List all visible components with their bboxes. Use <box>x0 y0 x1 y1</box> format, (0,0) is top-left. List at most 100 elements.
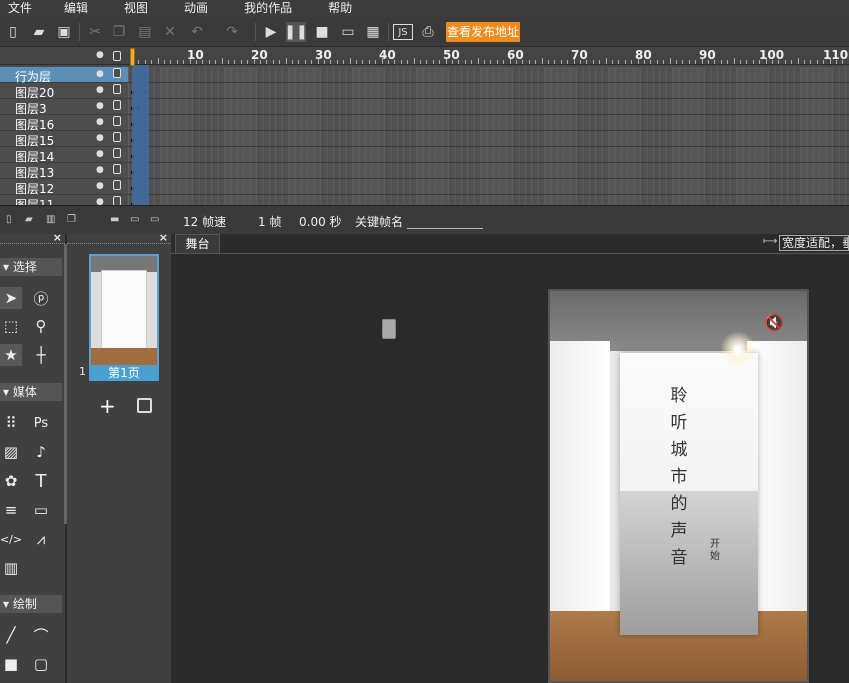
curve-tool-icon[interactable]: ⌒ <box>30 624 52 646</box>
pointer-tool-icon[interactable]: ➤ <box>0 287 22 309</box>
lock-icon[interactable] <box>113 100 121 110</box>
publish-icon[interactable]: ⎙ <box>418 22 438 42</box>
add-page-icon[interactable]: + <box>99 394 116 418</box>
lock-icon[interactable] <box>113 148 121 158</box>
lock-icon[interactable] <box>113 132 121 142</box>
js-icon[interactable]: JS <box>393 24 413 40</box>
lock-icon[interactable] <box>113 180 121 190</box>
phone-canvas[interactable]: 聆听城市的声音 开始 🔇 <box>548 289 809 683</box>
film-tool-icon[interactable]: ▥ <box>0 557 22 579</box>
menu-item[interactable]: 文件 <box>0 0 40 17</box>
frame-row[interactable] <box>128 115 849 131</box>
save-icon[interactable]: ▣ <box>54 22 74 42</box>
eye-icon[interactable]: ● <box>96 117 104 127</box>
video-tool-icon[interactable]: ✿ <box>0 470 22 492</box>
lock-icon[interactable] <box>113 51 121 61</box>
frame-row[interactable] <box>128 131 849 147</box>
draw-section[interactable]: ▾ 绘制 <box>0 595 62 613</box>
lock-icon[interactable] <box>113 84 121 94</box>
pause-icon[interactable]: ❚❚ <box>284 22 308 42</box>
round-rect-tool-icon[interactable]: ▢ <box>30 653 52 675</box>
qrcode-icon[interactable]: ▦ <box>363 22 383 42</box>
trash-icon[interactable]: ▥ <box>46 214 57 225</box>
keyframe-name-input[interactable] <box>407 215 483 229</box>
menu-item[interactable]: 帮助 <box>300 0 360 17</box>
menu-item[interactable]: 编辑 <box>40 0 96 17</box>
eye-icon[interactable]: ● <box>96 149 104 159</box>
layer-row[interactable]: 图层3 ● <box>0 99 128 116</box>
eye-icon[interactable]: ● <box>96 181 104 191</box>
star-tool-icon[interactable]: ★ <box>0 344 22 366</box>
menu-item[interactable]: 我的作品 <box>216 0 300 17</box>
page-label[interactable]: 第1页 <box>89 365 159 381</box>
eye-icon[interactable]: ● <box>96 165 104 175</box>
select-section[interactable]: ▾ 选择 <box>0 258 62 276</box>
stage-object[interactable] <box>382 319 396 339</box>
open-folder-icon[interactable]: ▰ <box>29 22 49 42</box>
copy-icon[interactable]: ❐ <box>109 22 129 42</box>
layer-row[interactable]: 图层15 ● <box>0 131 128 148</box>
mute-icon[interactable]: 🔇 <box>764 313 784 332</box>
cut-icon[interactable]: ✂ <box>85 22 105 42</box>
stop-icon[interactable]: ■ <box>312 22 332 42</box>
frame-row[interactable] <box>128 179 849 195</box>
chart-tool-icon[interactable]: ⩘ <box>30 528 52 550</box>
layer-row[interactable]: 行为层 ● <box>0 67 128 84</box>
image-tool-icon[interactable]: ▨ <box>0 441 22 463</box>
lock-icon[interactable] <box>113 164 121 174</box>
code-tool-icon[interactable]: </> <box>0 528 22 550</box>
undo-icon[interactable]: ↶ <box>187 22 207 42</box>
layer-row[interactable]: 图层16 ● <box>0 115 128 132</box>
play-icon[interactable]: ▶ <box>261 22 281 42</box>
layer-row[interactable]: 图层20 ● <box>0 83 128 100</box>
eye-icon[interactable]: ● <box>96 69 104 79</box>
duplicate-page-icon[interactable] <box>137 398 152 413</box>
frame-icon[interactable]: ▬ <box>110 214 121 225</box>
frame-row[interactable] <box>128 147 849 163</box>
playhead[interactable] <box>130 48 135 66</box>
new-folder-icon[interactable]: ▰ <box>25 214 36 225</box>
frame-row[interactable] <box>128 195 849 205</box>
line-tool-icon[interactable]: ╱ <box>0 624 22 646</box>
frame-row[interactable] <box>128 163 849 179</box>
transform-tool-icon[interactable]: ⬚ <box>0 315 22 337</box>
grid-tool-icon[interactable]: ⠿ <box>0 412 22 434</box>
eye-icon[interactable]: ● <box>96 85 104 95</box>
tab-stage[interactable]: 舞台 <box>175 234 220 253</box>
zoom-tool-icon[interactable]: ⚲ <box>30 315 52 337</box>
sound-tool-icon[interactable]: ♪ <box>30 441 52 463</box>
eye-icon[interactable]: ● <box>96 50 104 60</box>
fit-mode-select[interactable]: 宽度适配，垂直居中 <box>779 235 849 251</box>
copy-layer-icon[interactable]: ❐ <box>67 214 78 225</box>
layer-row[interactable]: 图层12 ● <box>0 179 128 196</box>
eye-icon[interactable]: ● <box>96 101 104 111</box>
menu-item[interactable]: 视图 <box>96 0 156 17</box>
frame-row[interactable] <box>128 99 849 115</box>
lock-icon[interactable] <box>113 196 121 205</box>
lock-icon[interactable] <box>113 116 121 126</box>
close-icon[interactable]: × <box>53 231 62 244</box>
media-section[interactable]: ▾ 媒体 <box>0 383 62 401</box>
new-file-icon[interactable]: ▯ <box>3 22 23 42</box>
close-icon[interactable]: × <box>159 231 168 244</box>
new-layer-icon[interactable]: ▯ <box>6 214 17 225</box>
fps-label[interactable]: 12 帧速 <box>183 213 226 230</box>
lasso-tool-icon[interactable]: ⓟ <box>30 287 52 309</box>
frame-add-icon[interactable]: ▭ <box>130 214 141 225</box>
eye-icon[interactable]: ● <box>96 133 104 143</box>
rect-tool-icon[interactable]: ■ <box>0 653 22 675</box>
paste-icon[interactable]: ▤ <box>135 22 155 42</box>
layer-row[interactable]: 图层11 ● <box>0 195 128 205</box>
layer-row[interactable]: 图层14 ● <box>0 147 128 164</box>
preview-icon[interactable]: ▭ <box>338 22 358 42</box>
frame-tool-icon[interactable]: ▭ <box>30 499 52 521</box>
frame-remove-icon[interactable]: ▭ <box>150 214 161 225</box>
delete-icon[interactable]: ✕ <box>160 22 180 42</box>
eye-icon[interactable]: ● <box>96 197 104 205</box>
frame-row[interactable] <box>128 67 849 83</box>
publish-address-button[interactable]: 查看发布地址 <box>446 22 520 42</box>
guide-tool-icon[interactable]: ┼ <box>30 344 52 366</box>
frame-row[interactable] <box>128 83 849 99</box>
frame-ruler[interactable]: 10 20 30 40 50 60 70 80 90 100 110 <box>128 47 849 65</box>
layer-row[interactable]: 图层13 ● <box>0 163 128 180</box>
